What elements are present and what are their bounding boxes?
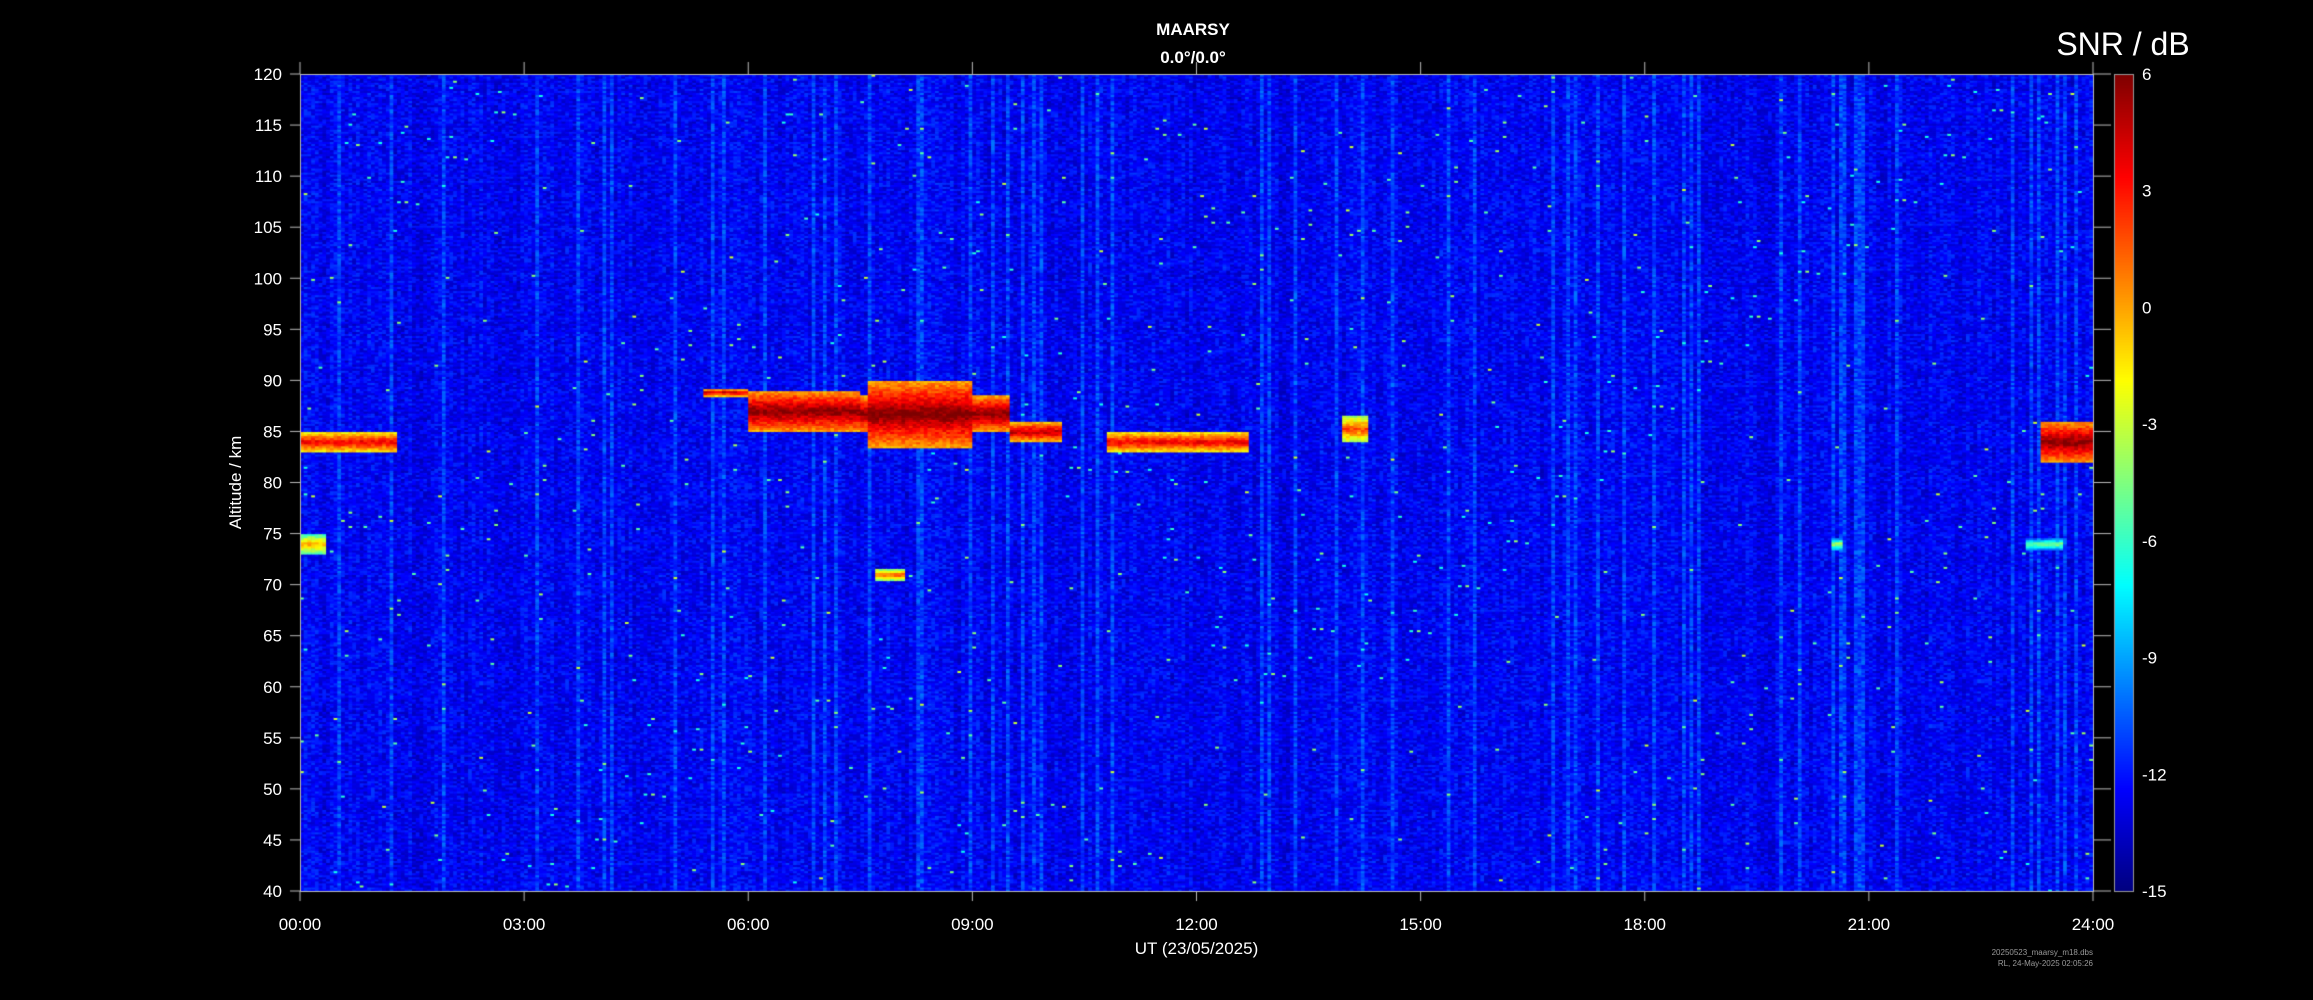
footer-filename: 20250523_maarsy_m18.dbs bbox=[1991, 948, 2093, 957]
colorbar-title: SNR / dB bbox=[2056, 26, 2190, 62]
snr-heatmap-chart bbox=[0, 0, 2313, 1000]
chart-title: MAARSY bbox=[1156, 20, 1230, 39]
chart-subtitle: 0.0°/0.0° bbox=[1160, 48, 1226, 67]
footer-created: RL, 24-May-2025 02:05:26 bbox=[1997, 959, 2093, 968]
